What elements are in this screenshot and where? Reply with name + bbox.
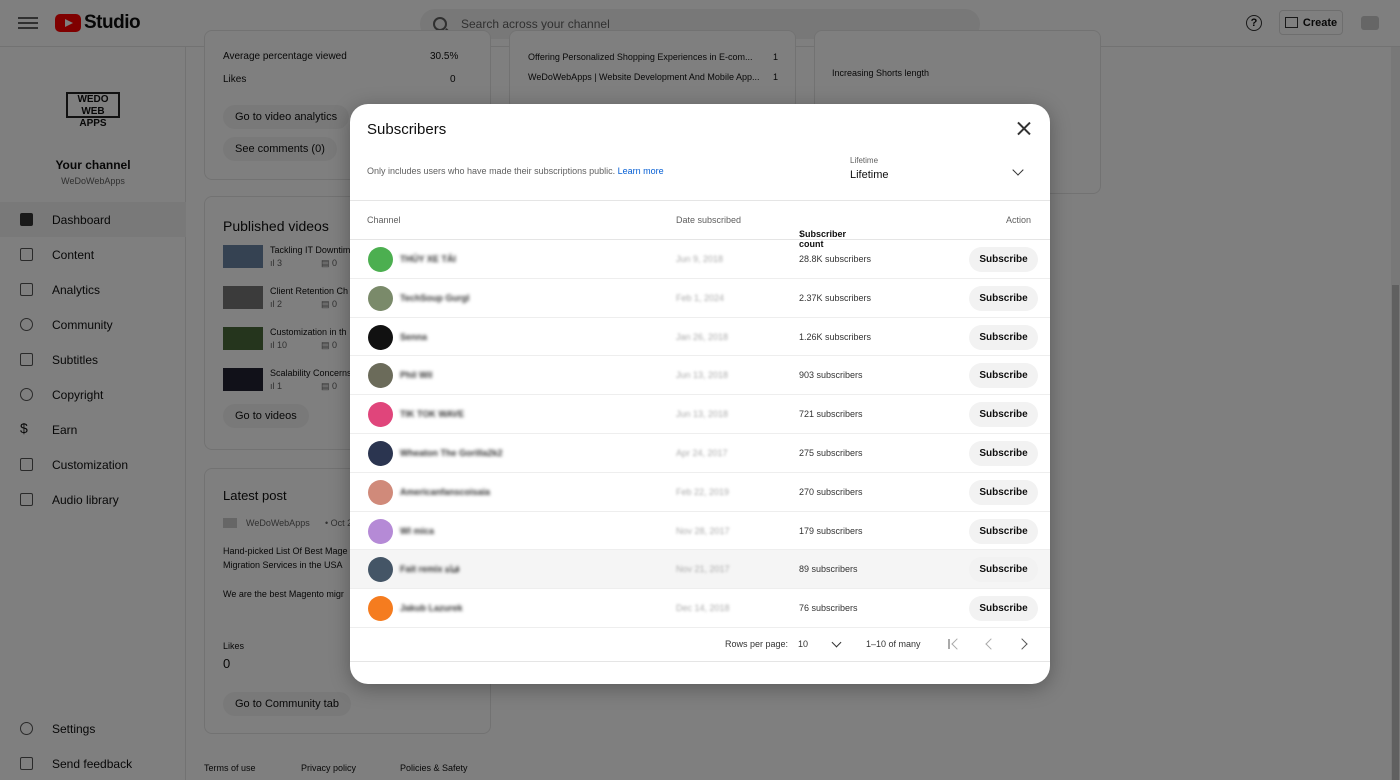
subscribe-button[interactable]: Subscribe bbox=[969, 518, 1038, 544]
subscriber-avatar[interactable] bbox=[368, 324, 393, 350]
subscriber-avatar[interactable] bbox=[368, 440, 393, 466]
subscriber-channel-name[interactable]: TIK TOK WAVE bbox=[400, 409, 464, 419]
date-subscribed: Jan 26, 2018 bbox=[676, 331, 729, 342]
date-subscribed: Dec 14, 2018 bbox=[676, 603, 730, 614]
subscriber-avatar[interactable] bbox=[368, 518, 393, 544]
subscriber-channel-name[interactable]: Wl mica bbox=[400, 526, 434, 536]
subscriber-channel-name[interactable]: Jakub Lazurek bbox=[400, 603, 463, 613]
subscriber-count: 76 subscribers bbox=[799, 603, 858, 614]
pagination: Rows per page: 10 1–10 of many bbox=[350, 627, 1050, 662]
date-subscribed: Feb 22, 2019 bbox=[676, 486, 730, 497]
first-page-icon[interactable] bbox=[951, 638, 963, 650]
date-subscribed: Feb 1, 2024 bbox=[676, 292, 725, 303]
date-subscribed: Apr 24, 2017 bbox=[676, 447, 728, 458]
subscriber-channel-name[interactable]: THỦY XE TẢI bbox=[400, 254, 456, 264]
studio-page: Studio Search across your channel ? Crea… bbox=[0, 0, 1400, 780]
note-text: Only includes users who have made their … bbox=[367, 166, 616, 176]
date-subscribed: Jun 13, 2018 bbox=[676, 409, 729, 420]
subscribe-button[interactable]: Subscribe bbox=[969, 285, 1038, 311]
table-header: Channel Date subscribed Subscriber count… bbox=[350, 200, 1050, 249]
rows-per-page-label: Rows per page: bbox=[725, 639, 789, 649]
period-value: Lifetime bbox=[850, 169, 889, 181]
chevron-down-icon[interactable] bbox=[831, 637, 842, 648]
subscribe-button[interactable]: Subscribe bbox=[969, 363, 1038, 389]
table-row: Phil Wil Jun 13, 2018 903 subscribers Subsc… bbox=[350, 356, 1050, 396]
subscriber-channel-name[interactable]: Fait remix قناة bbox=[400, 564, 460, 575]
period-label: Lifetime bbox=[850, 156, 879, 165]
subscriber-avatar[interactable] bbox=[368, 402, 393, 428]
subscribe-button[interactable]: Subscribe bbox=[969, 440, 1038, 466]
subscribe-button[interactable]: Subscribe bbox=[969, 557, 1038, 583]
column-date-subscribed[interactable]: Date subscribed bbox=[676, 215, 741, 225]
subscribers-note: Only includes users who have made their … bbox=[367, 166, 664, 176]
subscriber-channel-name[interactable]: Americanfanscoisaia bbox=[400, 487, 490, 497]
pagination-range: 1–10 of many bbox=[866, 639, 921, 649]
subscriber-channel-name[interactable]: Senna bbox=[400, 332, 427, 342]
period-select[interactable]: Lifetime Lifetime bbox=[850, 156, 889, 181]
date-subscribed: Jun 13, 2018 bbox=[676, 370, 729, 381]
subscribe-button[interactable]: Subscribe bbox=[969, 479, 1038, 505]
subscriber-channel-name[interactable]: TechSoup Gurgl bbox=[400, 293, 469, 303]
table-row: THỦY XE TẢI Jun 9, 2018 28.8K subscribers S… bbox=[350, 240, 1050, 279]
subscriber-count: 28.8K subscribers bbox=[799, 254, 872, 264]
subscriber-avatar[interactable] bbox=[368, 285, 393, 311]
subscribe-button[interactable]: Subscribe bbox=[969, 324, 1038, 350]
subscriber-count: 179 subscribers bbox=[799, 525, 863, 536]
subscriber-avatar[interactable] bbox=[368, 596, 393, 622]
subscriber-count: 89 subscribers bbox=[799, 564, 858, 575]
next-page-icon[interactable] bbox=[1016, 638, 1028, 650]
date-subscribed: Nov 21, 2017 bbox=[676, 564, 730, 575]
table-row: Senna Jan 26, 2018 1.26K subscribers Subscr… bbox=[350, 318, 1050, 357]
table-row: Wheaton The Gorilla2k2 Apr 24, 2017 275 su… bbox=[350, 434, 1050, 473]
learn-more-link[interactable]: Learn more bbox=[618, 166, 664, 176]
subscriber-rows: THỦY XE TẢI Jun 9, 2018 28.8K subscribers S… bbox=[350, 240, 1050, 628]
date-subscribed: Jun 9, 2018 bbox=[676, 254, 724, 264]
first-page-bar bbox=[948, 639, 950, 649]
table-row: TIK TOK WAVE Jun 13, 2018 721 subscribers S… bbox=[350, 395, 1050, 434]
dialog-title: Subscribers bbox=[367, 121, 447, 138]
subscribe-button[interactable]: Subscribe bbox=[969, 247, 1038, 272]
sort-arrow-down-icon: ↓ bbox=[799, 229, 804, 239]
subscriber-count: 275 subscribers bbox=[799, 447, 863, 458]
subscriber-avatar[interactable] bbox=[368, 479, 393, 505]
table-row: Wl mica Nov 28, 2017 179 subscribers Subscr… bbox=[350, 512, 1050, 551]
subscriber-count: 270 subscribers bbox=[799, 486, 863, 497]
subscriber-count: 1.26K subscribers bbox=[799, 331, 872, 342]
subscriber-avatar[interactable] bbox=[368, 557, 393, 583]
table-row: Fait remix قناة Nov 21, 2017 89 subscriber… bbox=[350, 550, 1050, 590]
subscribers-dialog: Subscribers Only includes users who have… bbox=[350, 104, 1050, 684]
subscriber-avatar[interactable] bbox=[368, 247, 393, 272]
table-row: TechSoup Gurgl Feb 1, 2024 2.37K subscribe… bbox=[350, 279, 1050, 318]
subscribe-button[interactable]: Subscribe bbox=[969, 596, 1038, 622]
table-row: Jakub Lazurek Dec 14, 2018 76 subscribers S… bbox=[350, 589, 1050, 628]
subscriber-avatar[interactable] bbox=[368, 363, 393, 389]
chevron-down-icon[interactable] bbox=[1012, 164, 1024, 176]
rows-per-page-select[interactable]: 10 bbox=[798, 639, 808, 649]
close-icon[interactable] bbox=[1017, 121, 1031, 135]
subscribe-button[interactable]: Subscribe bbox=[969, 402, 1038, 428]
previous-page-icon[interactable] bbox=[985, 638, 997, 650]
column-action: Action bbox=[1006, 215, 1032, 225]
date-subscribed: Nov 28, 2017 bbox=[676, 525, 730, 536]
subscriber-count: 721 subscribers bbox=[799, 409, 863, 420]
subscriber-count: 903 subscribers bbox=[799, 370, 863, 381]
subscriber-count: 2.37K subscribers bbox=[799, 292, 872, 303]
column-channel: Channel bbox=[367, 215, 401, 225]
subscriber-channel-name[interactable]: Phil Wil bbox=[400, 370, 432, 380]
subscriber-channel-name[interactable]: Wheaton The Gorilla2k2 bbox=[400, 448, 503, 458]
table-row: Americanfanscoisaia Feb 22, 2019 270 subsc… bbox=[350, 473, 1050, 512]
